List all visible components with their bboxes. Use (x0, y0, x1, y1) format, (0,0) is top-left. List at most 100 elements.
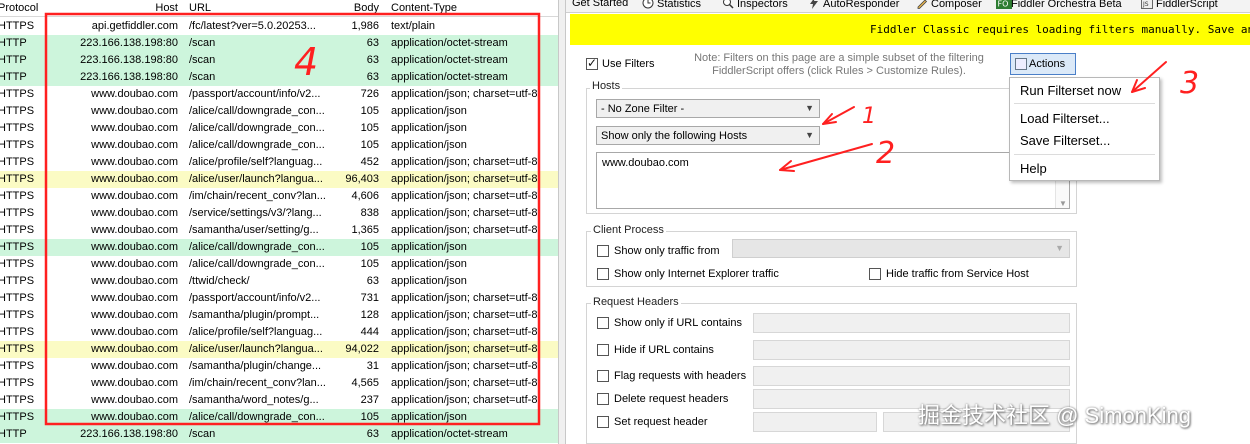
menu-load-filterset[interactable]: Load Filterset... (1020, 111, 1110, 126)
session-body: 128 (360, 309, 379, 321)
show-traffic-from-label: Show only traffic from (614, 245, 720, 257)
show-traffic-from-checkbox[interactable] (597, 245, 609, 257)
session-host: www.doubao.com (91, 156, 178, 168)
host-mode-select[interactable]: Show only the following Hosts ▼ (596, 126, 820, 145)
session-host: 223.166.138.198:80 (80, 71, 178, 83)
flag-headers-input[interactable] (753, 366, 1070, 386)
session-row[interactable]: HTTPS api.getfiddler.com/fc/latest?ver=5.… (0, 18, 558, 35)
session-content-type: application/json; charset=utf-8 (391, 377, 538, 389)
session-url: /samantha/user/setting/g... (189, 224, 319, 236)
session-row[interactable]: HTTPS www.doubao.com/im/chain/recent_conv… (0, 375, 558, 392)
menu-run-filterset[interactable]: Run Filterset now (1020, 83, 1121, 98)
sessions-list[interactable]: Protocol Host URL Body Content-Type HTTP… (0, 0, 558, 444)
session-content-type: application/octet-stream (391, 54, 508, 66)
menu-help[interactable]: Help (1020, 161, 1047, 176)
tab-strip: Get Started Statistics Inspectors AutoRe… (566, 0, 1250, 13)
session-host: www.doubao.com (91, 343, 178, 355)
use-filters-checkbox[interactable] (586, 56, 598, 70)
session-host: 223.166.138.198:80 (80, 428, 178, 440)
session-row[interactable]: HTTPS www.doubao.com/im/chain/recent_conv… (0, 188, 558, 205)
session-body: 838 (360, 207, 379, 219)
session-row[interactable]: HTTPS www.doubao.com/alice/call/downgrade… (0, 120, 558, 137)
session-url: /samantha/word_notes/g... (189, 394, 319, 406)
col-content-type[interactable]: Content-Type (391, 2, 558, 14)
session-row[interactable]: HTTPS www.doubao.com/samantha/word_notes/… (0, 392, 558, 409)
show-url-input[interactable] (753, 313, 1070, 333)
flag-headers-checkbox[interactable] (597, 370, 609, 382)
session-content-type: application/json; charset=utf-8 (391, 360, 538, 372)
tab-composer[interactable]: Composer (916, 0, 982, 12)
session-row[interactable]: HTTPS www.doubao.com/samantha/user/settin… (0, 222, 558, 239)
session-host: api.getfiddler.com (91, 20, 178, 32)
set-header-name-input[interactable] (753, 412, 877, 432)
session-url: /alice/call/downgrade_con... (189, 122, 325, 134)
session-row[interactable]: HTTP 223.166.138.198:80/scan 63 application… (0, 52, 558, 69)
session-host: www.doubao.com (91, 275, 178, 287)
menu-save-filterset[interactable]: Save Filterset... (1020, 133, 1110, 148)
session-body: 105 (360, 105, 379, 117)
annotation-number-3: 3 (1180, 66, 1200, 101)
set-header-checkbox[interactable] (597, 416, 609, 428)
session-row[interactable]: HTTPS www.doubao.com/ttwid/check/63 applic… (0, 273, 558, 290)
show-url-checkbox[interactable] (597, 317, 609, 329)
session-url: /alice/call/downgrade_con... (189, 241, 325, 253)
session-row[interactable]: HTTPS www.doubao.com/alice/user/launch?la… (0, 171, 558, 188)
session-host: www.doubao.com (91, 411, 178, 423)
session-row[interactable]: HTTPS www.doubao.com/samantha/plugin/prom… (0, 307, 558, 324)
session-row[interactable]: HTTPS www.doubao.com/alice/call/downgrade… (0, 137, 558, 154)
hide-url-input[interactable] (753, 340, 1070, 360)
actions-menu: Run Filterset now Load Filterset... Save… (1009, 77, 1160, 181)
session-url: /alice/profile/self?languag... (189, 156, 323, 168)
session-row[interactable]: HTTPS www.doubao.com/alice/call/downgrade… (0, 239, 558, 256)
session-host: www.doubao.com (91, 258, 178, 270)
session-url: /alice/call/downgrade_con... (189, 411, 325, 423)
tab-statistics[interactable]: Statistics (642, 0, 701, 12)
session-url: /alice/user/launch?langua... (189, 343, 323, 355)
tab-fiddlerscript[interactable]: JS FiddlerScript (1141, 0, 1218, 12)
tab-fiddler-orchestra[interactable]: FO Fiddler Orchestra Beta (996, 0, 1122, 12)
tab-get-started[interactable]: Get Started (572, 0, 628, 12)
tab-inspectors[interactable]: Inspectors (722, 0, 788, 12)
actions-button[interactable]: Actions (1010, 53, 1076, 75)
col-host[interactable]: Host (48, 2, 178, 14)
hosts-textarea[interactable]: www.doubao.com ▲▼ (596, 152, 1070, 209)
hide-url-checkbox[interactable] (597, 344, 609, 356)
session-row[interactable]: HTTPS www.doubao.com/alice/profile/self?l… (0, 154, 558, 171)
process-select[interactable]: ▼ (732, 239, 1070, 258)
zone-filter-select[interactable]: - No Zone Filter - ▼ (596, 99, 820, 118)
delete-headers-checkbox[interactable] (597, 393, 609, 405)
session-row[interactable]: HTTPS www.doubao.com/service/settings/v3/… (0, 205, 558, 222)
session-row[interactable]: HTTPS www.doubao.com/alice/call/downgrade… (0, 256, 558, 273)
svg-text:FO: FO (998, 0, 1009, 9)
session-row[interactable]: HTTPS www.doubao.com/alice/user/launch?la… (0, 341, 558, 358)
hide-service-host-checkbox[interactable] (869, 268, 881, 280)
pane-splitter[interactable] (558, 0, 566, 444)
session-row[interactable]: HTTPS www.doubao.com/samantha/plugin/chan… (0, 358, 558, 375)
session-content-type: application/json; charset=utf-8 (391, 173, 538, 185)
session-row[interactable]: HTTPS www.doubao.com/alice/profile/self?l… (0, 324, 558, 341)
col-body[interactable]: Body (330, 2, 379, 14)
col-protocol[interactable]: Protocol (0, 2, 48, 14)
session-host: www.doubao.com (91, 377, 178, 389)
col-url[interactable]: URL (189, 2, 331, 14)
session-host: www.doubao.com (91, 105, 178, 117)
session-content-type: application/octet-stream (391, 71, 508, 83)
session-body: 105 (360, 241, 379, 253)
session-row[interactable]: HTTP 223.166.138.198:80/scan 63 application… (0, 69, 558, 86)
session-row[interactable]: HTTPS www.doubao.com/passport/account/inf… (0, 290, 558, 307)
tab-autoresponder[interactable]: AutoResponder (808, 0, 899, 12)
session-row[interactable]: HTTP 223.166.138.198:80/scan 63 application… (0, 426, 558, 443)
show-ie-checkbox[interactable] (597, 268, 609, 280)
magnifier-icon (722, 0, 734, 9)
session-content-type: application/json (391, 122, 467, 134)
session-row[interactable]: HTTPS www.doubao.com/alice/call/downgrade… (0, 103, 558, 120)
session-row[interactable]: HTTPS www.doubao.com/passport/account/inf… (0, 86, 558, 103)
session-row[interactable]: HTTPS www.doubao.com/alice/call/downgrade… (0, 409, 558, 426)
session-row[interactable]: HTTP 223.166.138.198:80/scan 63 application… (0, 35, 558, 52)
session-body: 63 (366, 54, 379, 66)
session-host: www.doubao.com (91, 292, 178, 304)
watermark: 掘金技术社区 @ SimonKing (918, 403, 1191, 428)
session-url: /samantha/plugin/change... (189, 360, 322, 372)
session-protocol: HTTPS (0, 377, 35, 389)
session-host: 223.166.138.198:80 (80, 54, 178, 66)
